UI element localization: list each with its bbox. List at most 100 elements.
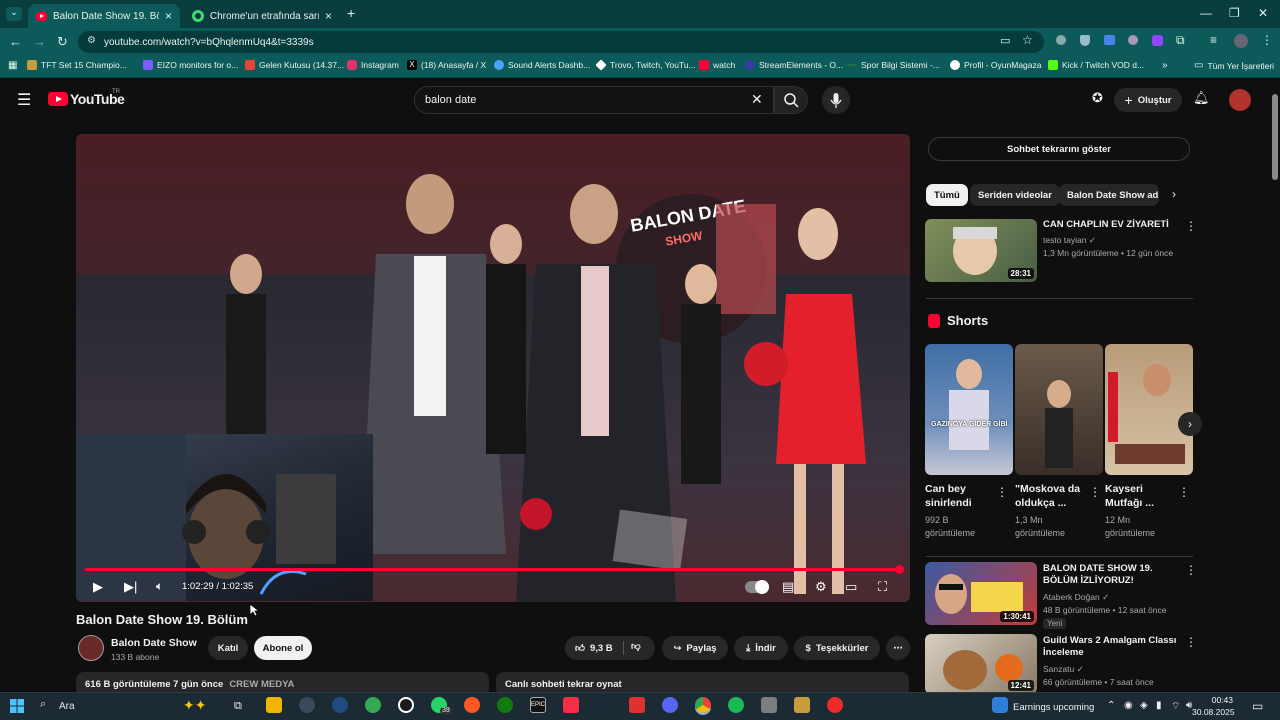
new-tab-button[interactable]: + (347, 5, 355, 21)
bookmark-item[interactable]: Spor Bilgi Sistemi -... (847, 60, 940, 70)
short-thumbnail[interactable] (1105, 344, 1193, 475)
shield-extension-icon[interactable] (1080, 35, 1090, 46)
fullscreen-icon[interactable]: ⛶ (878, 579, 887, 595)
shorts-next-button[interactable]: › (1178, 412, 1202, 436)
sidebar-video-title[interactable]: BALON DATE SHOW 19. BÖLÜM İZLİYORUZ! (1043, 563, 1178, 587)
tab-chrome-article[interactable]: Chrome'un etrafında sarı çerçe × (184, 4, 340, 28)
app-icon[interactable] (464, 697, 480, 713)
extension-icon[interactable] (1056, 35, 1066, 45)
xbox-app-icon[interactable] (497, 697, 513, 713)
bookmark-star-icon[interactable]: ☆ (1022, 33, 1033, 47)
short-thumbnail[interactable]: GAZİNOYA GİDER GİBİ (925, 344, 1013, 475)
short-title[interactable]: Kayseri Mutfağı ... (1105, 482, 1175, 510)
cast-extension-icon[interactable]: ✪ (1092, 90, 1103, 106)
search-input[interactable]: balon date ✕ (414, 86, 774, 114)
reading-list-icon[interactable]: ≡ (1210, 33, 1217, 47)
address-bar[interactable]: ⚙ youtube.com/watch?v=bQhqlenmUq4&t=3339… (78, 31, 1044, 53)
bookmark-item[interactable]: watch (699, 60, 735, 70)
app-icon[interactable] (761, 697, 777, 713)
youtube-logo-icon[interactable] (48, 92, 68, 106)
bookmarks-overflow-button[interactable]: » (1162, 60, 1168, 71)
xbox-icon[interactable] (365, 697, 381, 713)
twitch-extension-icon[interactable] (1152, 35, 1163, 46)
video-thumbnail[interactable]: 28:31 (925, 219, 1037, 282)
reload-icon[interactable]: ↻ (57, 34, 68, 50)
download-button[interactable]: ⤓ İndir (734, 636, 788, 660)
create-button[interactable]: + Oluştur (1114, 88, 1182, 112)
share-button[interactable]: ↪ Paylaş (662, 636, 728, 660)
close-tab-icon[interactable]: × (325, 9, 332, 23)
bookmark-item[interactable]: Sound Alerts Dashb... (494, 60, 590, 70)
bookmark-item[interactable]: EIZO monitors for o... (143, 60, 238, 70)
notification-center-icon[interactable]: ▭ (1252, 699, 1263, 713)
clock-date[interactable]: 30.08.2025 (1192, 707, 1235, 717)
next-video-icon[interactable]: ▶| (124, 579, 137, 595)
app-icon[interactable] (332, 697, 348, 713)
chrome-icon[interactable] (695, 697, 711, 713)
widget-text[interactable]: Earnings upcoming (1013, 702, 1094, 713)
channel-name[interactable]: Balon Date Show (111, 637, 197, 649)
clear-search-icon[interactable]: ✕ (751, 91, 763, 108)
bookmark-item[interactable]: Profil - OyunMagaza (950, 60, 1041, 70)
more-actions-button[interactable]: ⋯ (886, 636, 910, 660)
hamburger-menu-icon[interactable]: ☰ (17, 90, 31, 110)
bookmark-item[interactable]: Gelen Kutusu (14.37... (245, 60, 344, 70)
account-avatar[interactable] (1229, 89, 1251, 111)
extension-icon[interactable] (1128, 35, 1138, 45)
video-thumbnail[interactable]: 1:30:41 (925, 562, 1037, 625)
taskbar-search-box[interactable]: ⌕ Ara ✦✦ (33, 696, 223, 716)
channel-avatar[interactable] (78, 635, 104, 661)
chip-series-videos[interactable]: Seriden videolar (970, 184, 1060, 206)
cast-icon[interactable]: ▭ (1000, 34, 1010, 47)
clock-time[interactable]: 00:43 (1205, 695, 1233, 705)
profile-avatar[interactable] (1234, 34, 1248, 48)
tray-app-icon[interactable]: ◈ (1140, 700, 1148, 711)
tray-overflow-icon[interactable]: ⌃ (1107, 700, 1115, 711)
chips-next-icon[interactable]: › (1172, 187, 1176, 201)
volume-icon[interactable]: 🔈︎ (156, 579, 163, 594)
spotify-icon[interactable] (728, 697, 744, 713)
translate-extension-icon[interactable] (1104, 35, 1115, 45)
video-menu-icon[interactable]: ⋮ (1185, 219, 1197, 233)
file-explorer-icon[interactable] (266, 697, 282, 713)
league-icon[interactable] (794, 697, 810, 713)
voice-search-button[interactable] (822, 86, 850, 114)
notifications-bell-icon[interactable]: 🔔︎ (1193, 90, 1210, 106)
minimize-icon[interactable]: — (1200, 6, 1212, 20)
tray-app-icon[interactable]: ◉ (1124, 700, 1133, 711)
search-button[interactable] (774, 86, 808, 114)
dislike-icon[interactable]: 👎︎ (631, 640, 641, 652)
short-menu-icon[interactable]: ⋮ (1089, 485, 1101, 499)
sidebar-video-channel[interactable]: Ataberk Doğan ✓ (1043, 591, 1109, 603)
short-title[interactable]: Can bey sinirlendi (925, 482, 995, 510)
like-icon[interactable]: 👍︎ (575, 642, 585, 654)
theater-mode-icon[interactable]: ▭ (845, 579, 857, 595)
app-icon[interactable] (629, 697, 645, 713)
network-icon[interactable]: ⌔ (1171, 700, 1180, 713)
chip-all[interactable]: Tümü (926, 184, 968, 206)
bookmark-item[interactable]: Kick / Twitch VOD d... (1048, 60, 1144, 70)
obs-icon[interactable] (827, 697, 843, 713)
scrollbar-thumb[interactable] (1272, 94, 1278, 180)
close-window-icon[interactable]: ✕ (1258, 6, 1268, 20)
steam-icon[interactable] (596, 697, 612, 713)
scrubber-handle[interactable] (895, 565, 904, 574)
video-player[interactable]: BALON DATE SHOW (76, 134, 910, 602)
bookmark-item[interactable]: Trovo, Twitch, YouTu... (595, 59, 696, 71)
back-arrow-icon[interactable]: ← (9, 34, 22, 49)
like-count[interactable]: 9,3 B (590, 643, 613, 654)
forward-arrow-icon[interactable]: → (33, 34, 46, 49)
progress-bar-played[interactable] (85, 568, 899, 571)
browser-menu-icon[interactable]: ⋮ (1261, 33, 1273, 47)
close-tab-icon[interactable]: × (165, 9, 172, 23)
bookmark-item[interactable]: X (18) Anasayfa / X (407, 60, 486, 70)
subscribe-button[interactable]: Abone ol (254, 636, 312, 660)
show-chat-replay-button[interactable]: Sohbet tekrarını göster (928, 137, 1190, 161)
sidebar-video-channel[interactable]: Sanzatu ✓ (1043, 663, 1084, 675)
play-button[interactable]: ▶ (93, 579, 103, 595)
short-title[interactable]: "Moskova da oldukça ... (1015, 482, 1095, 510)
video-menu-icon[interactable]: ⋮ (1185, 635, 1197, 649)
thanks-button[interactable]: $ Teşekkürler (794, 636, 880, 660)
short-menu-icon[interactable]: ⋮ (1178, 485, 1190, 499)
sidebar-video-channel[interactable]: testo tayian ✓ (1043, 234, 1096, 246)
